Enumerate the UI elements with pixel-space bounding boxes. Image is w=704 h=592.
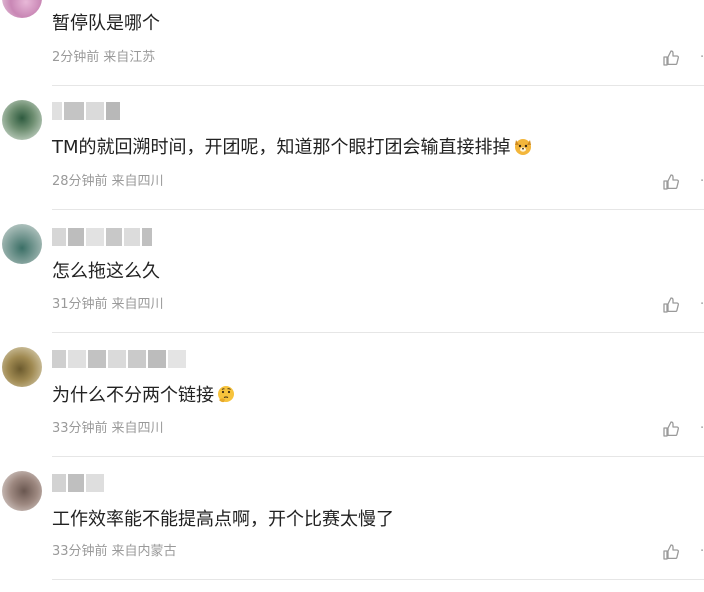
thumbs-up-icon[interactable]: [662, 543, 680, 561]
username-redacted: [52, 350, 202, 370]
more-dot[interactable]: ·: [700, 544, 704, 560]
avatar[interactable]: [2, 0, 42, 18]
comment-text: TM的就回溯时间，开团呢，知道那个眼打团会输直接排掉: [52, 136, 533, 163]
comment-text-body: 为什么不分两个链接: [52, 385, 214, 406]
avatar[interactable]: [2, 224, 42, 264]
more-dot[interactable]: ·: [700, 50, 704, 66]
comment-time: 2分钟前: [52, 50, 100, 65]
username-redacted: [52, 474, 112, 494]
divider: [52, 332, 704, 333]
comment-location: 来自内蒙古: [111, 544, 177, 559]
avatar[interactable]: [2, 347, 42, 387]
thinking-face-emoji: [216, 384, 236, 411]
comment-meta: 31分钟前 来自四川: [52, 297, 164, 313]
divider: [52, 456, 704, 457]
thumbs-up-icon[interactable]: [662, 420, 680, 438]
comment-text: 怎么拖这么久: [52, 261, 160, 282]
comment-list: 暂停队是哪个 2分钟前 来自江苏 · TM的就回溯时间，开团呢，知道那个眼打团会输…: [0, 0, 704, 592]
comment-time: 28分钟前: [52, 174, 108, 189]
comment-location: 来自四川: [111, 421, 164, 436]
comment-text: 为什么不分两个链接: [52, 384, 236, 411]
comment-time: 31分钟前: [52, 297, 108, 312]
username-redacted: [52, 102, 142, 122]
comment-location: 来自四川: [111, 297, 164, 312]
comment-meta: 33分钟前 来自内蒙古: [52, 544, 177, 560]
dog-face-emoji: [513, 136, 533, 163]
thumbs-up-icon[interactable]: [662, 296, 680, 314]
divider: [52, 85, 704, 86]
thumbs-up-icon[interactable]: [662, 173, 680, 191]
avatar[interactable]: [2, 100, 42, 140]
divider: [52, 579, 704, 580]
more-dot[interactable]: ·: [700, 174, 704, 190]
avatar[interactable]: [2, 471, 42, 511]
comment-time: 33分钟前: [52, 544, 108, 559]
comment-time: 33分钟前: [52, 421, 108, 436]
comment-text: 工作效率能不能提高点啊，开个比赛太慢了: [52, 509, 394, 530]
divider: [52, 209, 704, 210]
comment-location: 来自四川: [111, 174, 164, 189]
thumbs-up-icon[interactable]: [662, 49, 680, 67]
comment-text: 暂停队是哪个: [52, 13, 160, 34]
more-dot[interactable]: ·: [700, 297, 704, 313]
comment-text-body: TM的就回溯时间，开团呢，知道那个眼打团会输直接排掉: [52, 137, 511, 158]
more-dot[interactable]: ·: [700, 421, 704, 437]
username-redacted: [52, 228, 162, 248]
comment-meta: 33分钟前 来自四川: [52, 421, 164, 437]
comment-meta: 2分钟前 来自江苏: [52, 50, 155, 66]
comment-meta: 28分钟前 来自四川: [52, 174, 164, 190]
comment-location: 来自江苏: [103, 50, 156, 65]
